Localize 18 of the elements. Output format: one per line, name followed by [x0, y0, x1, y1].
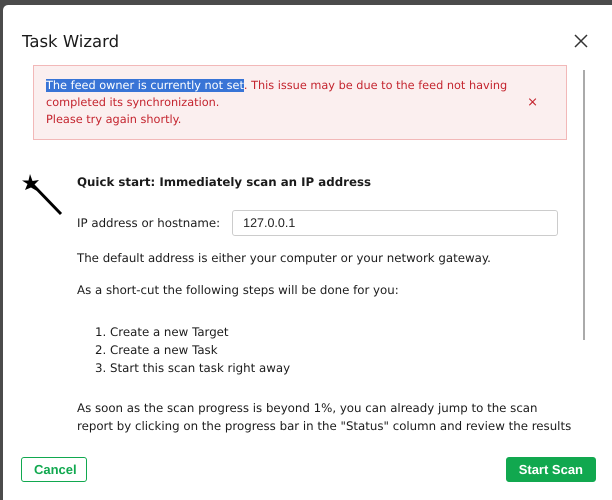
alert-message: The feed owner is currently not set. This issue may be due to the feed not having completed its synchronization. [46, 78, 508, 111]
step-item: 3. Start this scan task right away [95, 360, 292, 377]
start-scan-button[interactable]: Start Scan [506, 457, 596, 482]
dismiss-button[interactable]: × [527, 96, 554, 109]
ip-address-field[interactable]: 127.0.0.1 [232, 210, 558, 236]
close-icon[interactable] [574, 34, 588, 48]
field-label: IP address or hostname: [77, 215, 220, 232]
dialog-title: Task Wizard [22, 31, 120, 53]
magic-wand-icon [21, 173, 63, 217]
paragraph: As a short-cut the following steps will be done for you: [77, 282, 400, 299]
step-item: 1. Create a new Target [95, 324, 230, 341]
alert-message: Please try again shortly. [46, 112, 182, 128]
paragraph: As soon as the scan progress is beyond 1%, you can already jump to the scan report by clicking on the progress bar in the "Status" column and review the results [77, 400, 572, 435]
section-heading: Quick start: Immediately scan an IP address [77, 174, 372, 191]
step-item: 2. Create a new Task [95, 342, 219, 359]
paragraph: The default address is either your computer or your network gateway. [77, 250, 492, 267]
cancel-button[interactable]: Cancel [21, 457, 87, 482]
scrollbar[interactable] [583, 70, 585, 340]
